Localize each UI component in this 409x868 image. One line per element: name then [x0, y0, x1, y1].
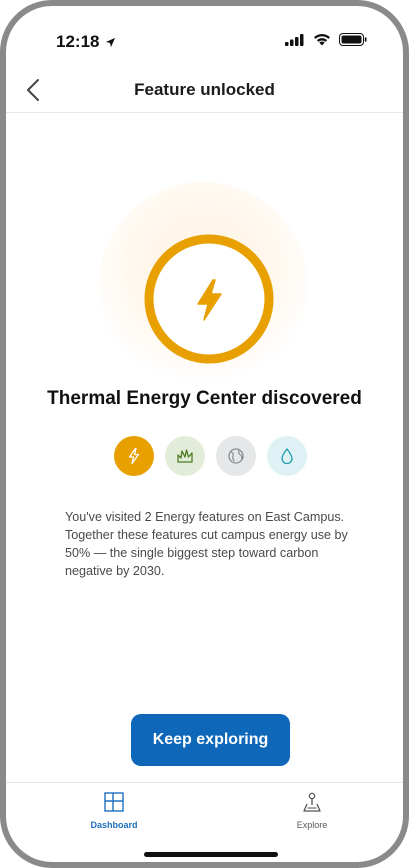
- grass-icon: [177, 449, 193, 463]
- keep-exploring-button[interactable]: Keep exploring: [131, 714, 290, 766]
- tab-explore[interactable]: Explore: [272, 791, 352, 830]
- battery-icon: [339, 33, 367, 46]
- water-drop-icon: [281, 448, 293, 465]
- location-arrow-icon: [106, 37, 116, 47]
- tab-dashboard[interactable]: Dashboard: [74, 791, 154, 830]
- phone-frame: 12:18 Feature unlocked Thermal Energy Ce…: [0, 0, 409, 868]
- tab-bar: Dashboard Explore: [6, 782, 403, 843]
- status-bar: 12:18: [6, 24, 403, 60]
- cellular-signal-icon: [285, 33, 304, 46]
- energy-badge: [144, 234, 274, 364]
- page-title: Feature unlocked: [134, 80, 275, 99]
- status-time: 12:18: [56, 32, 116, 52]
- category-chips: [114, 436, 307, 476]
- discovery-headline: Thermal Energy Center discovered: [47, 388, 362, 409]
- wifi-icon: [314, 34, 330, 46]
- tab-explore-label: Explore: [296, 820, 328, 830]
- navigation-bar: Feature unlocked: [6, 66, 403, 113]
- explore-icon: [303, 792, 321, 812]
- dashboard-icon: [104, 792, 124, 812]
- feature-description: You've visited 2 Energy features on East…: [65, 510, 348, 578]
- global-category-chip: [216, 436, 256, 476]
- time-text: 12:18: [56, 32, 100, 51]
- water-category-chip: [267, 436, 307, 476]
- lightning-icon: [128, 447, 140, 465]
- nature-category-chip: [165, 436, 205, 476]
- home-indicator: [144, 852, 278, 857]
- status-icons: [285, 33, 367, 46]
- tab-dashboard-label: Dashboard: [90, 820, 138, 830]
- globe-icon: [228, 448, 244, 464]
- energy-category-chip: [114, 436, 154, 476]
